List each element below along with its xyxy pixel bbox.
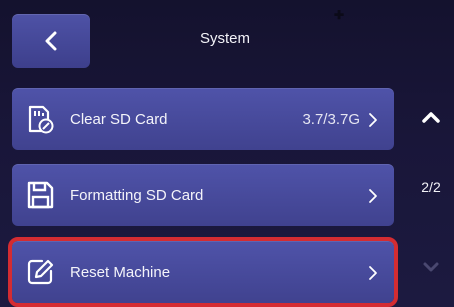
chevron-left-icon	[45, 31, 57, 51]
chevron-right-icon	[369, 266, 377, 280]
scroll-down-button[interactable]	[420, 256, 442, 278]
page-indicator: 2/2	[421, 179, 441, 195]
reset-machine-item[interactable]: Reset Machine	[8, 237, 398, 307]
save-disk-icon	[27, 181, 54, 209]
page-title: System	[199, 30, 250, 47]
edit-icon	[27, 259, 54, 285]
format-sd-card-item[interactable]: Formatting SD Card	[12, 164, 394, 226]
clear-sd-card-item[interactable]: Clear SD Card 3.7/3.7G	[12, 88, 394, 150]
plus-mark: ✚	[334, 8, 345, 22]
chevron-right-icon	[369, 113, 377, 127]
format-sd-card-label: Formatting SD Card	[70, 186, 204, 204]
clear-sd-card-label: Clear SD Card	[70, 110, 168, 128]
chevron-right-icon	[369, 189, 377, 203]
sd-card-clear-icon	[28, 105, 54, 134]
reset-machine-label: Reset Machine	[70, 263, 171, 281]
back-button[interactable]	[12, 14, 90, 68]
scroll-up-button[interactable]	[420, 106, 442, 128]
sd-capacity-value: 3.7/3.7G	[302, 110, 360, 128]
